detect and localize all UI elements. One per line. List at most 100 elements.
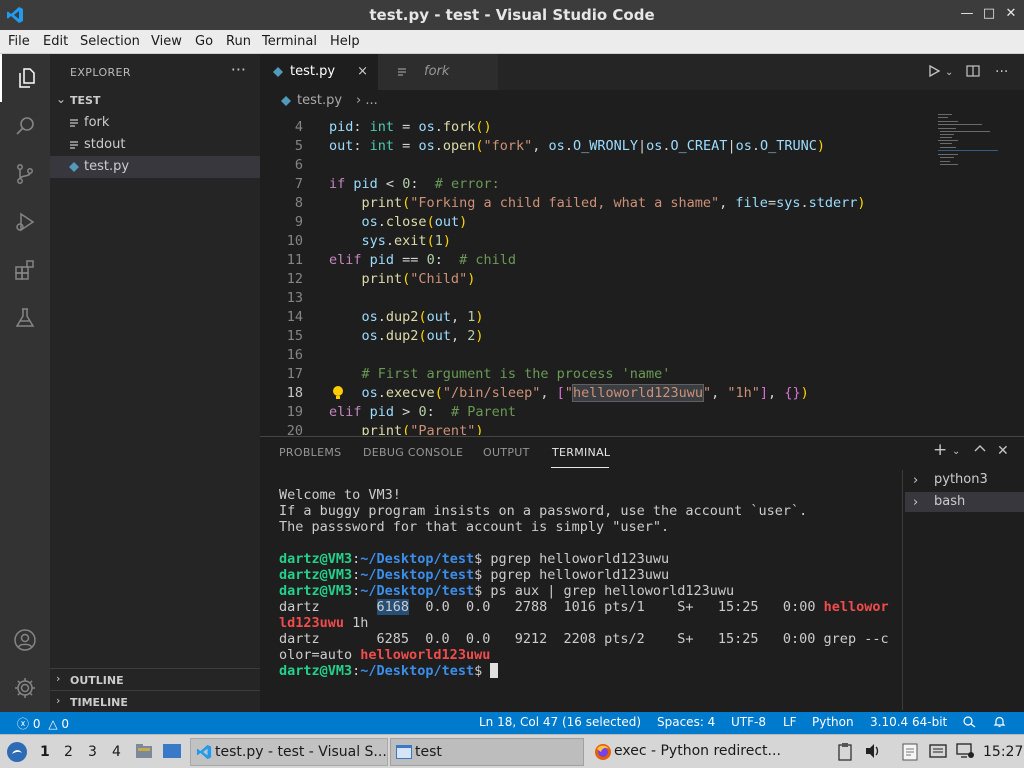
- folder-test[interactable]: ⌄ TEST: [50, 90, 260, 112]
- close-panel-icon[interactable]: ✕: [997, 443, 1009, 459]
- breadcrumb-file[interactable]: test.py: [297, 93, 342, 108]
- cursor-position[interactable]: Ln 18, Col 47 (16 selected): [479, 715, 641, 729]
- file-lines-icon: [398, 68, 406, 76]
- timeline-section[interactable]: › TIMELINE: [50, 690, 260, 712]
- breadcrumb-rest[interactable]: ...: [365, 93, 377, 108]
- terminal-output[interactable]: Welcome to VM3! If a buggy program insis…: [279, 487, 899, 687]
- maximize-icon[interactable]: □: [980, 5, 998, 23]
- testing-icon[interactable]: [0, 294, 50, 342]
- tab-terminal[interactable]: TERMINAL: [552, 446, 610, 459]
- eol-status[interactable]: LF: [783, 715, 797, 729]
- menu-selection[interactable]: Selection: [80, 34, 140, 49]
- encoding-status[interactable]: UTF-8: [731, 715, 766, 729]
- taskbar-window-label: test: [415, 744, 442, 760]
- code-line: 5 out: int = os.open("fork", os.O_WRONLY|…: [294, 138, 826, 154]
- language-mode[interactable]: Python: [812, 715, 854, 729]
- feedback-icon[interactable]: [963, 715, 976, 731]
- clipboard-icon[interactable]: [838, 743, 852, 765]
- taskbar-window-vscode[interactable]: test.py - test - Visual S...: [190, 738, 388, 766]
- title-bar: test.py - test - Visual Studio Code — □ …: [0, 0, 1024, 30]
- workspace-4[interactable]: 4: [112, 744, 121, 760]
- close-icon[interactable]: ✕: [1002, 5, 1020, 23]
- code-line-current: 18 os.execve("/bin/sleep", ["helloworld1…: [286, 384, 809, 402]
- menu-help[interactable]: Help: [330, 34, 360, 49]
- keyboard-icon[interactable]: [929, 743, 947, 762]
- tab-fork[interactable]: fork: [378, 54, 498, 90]
- chevron-right-icon: ›: [56, 694, 61, 707]
- terminal-line: dartz@VM3:~/Desktop/test$ pgrep hellowor…: [279, 567, 670, 583]
- file-label: test.py: [84, 159, 130, 174]
- menu-terminal[interactable]: Terminal: [262, 34, 317, 49]
- network-icon[interactable]: [956, 743, 974, 763]
- tab-output[interactable]: OUTPUT: [483, 446, 530, 459]
- editor-scrollbar[interactable]: [1016, 112, 1024, 435]
- python-icon: [273, 67, 283, 77]
- terminal-item-label: bash: [934, 494, 966, 509]
- accounts-icon[interactable]: [0, 616, 50, 664]
- tab-label: test.py: [290, 64, 336, 79]
- code-line: 6: [294, 157, 303, 173]
- notes-icon[interactable]: [902, 743, 918, 765]
- bottom-panel: PROBLEMS DEBUG CONSOLE OUTPUT TERMINAL +…: [260, 436, 1024, 712]
- tab-debug-console[interactable]: DEBUG CONSOLE: [363, 446, 463, 459]
- tab-test-py[interactable]: test.py ×: [260, 54, 378, 90]
- search-icon[interactable]: [0, 102, 50, 150]
- clock: 15:27: [983, 744, 1024, 760]
- close-tab-icon[interactable]: ×: [357, 64, 368, 79]
- more-actions-icon[interactable]: ···: [231, 60, 246, 79]
- menu-go[interactable]: Go: [195, 34, 213, 49]
- code-line: 15 os.dup2(out, 2): [286, 328, 484, 344]
- status-bar: ⓧ 0 △ 0 Ln 18, Col 47 (16 selected) Spac…: [0, 712, 1024, 734]
- maximize-panel-icon[interactable]: [974, 443, 986, 459]
- editor-tab-bar: test.py × fork ⌄ ···: [260, 54, 1024, 90]
- manage-gear-icon[interactable]: [0, 664, 50, 712]
- outline-section[interactable]: › OUTLINE: [50, 668, 260, 690]
- terminal-dropdown-chevron-icon[interactable]: ⌄: [952, 446, 960, 457]
- menu-edit[interactable]: Edit: [43, 34, 68, 49]
- warning-icon: △: [48, 717, 58, 731]
- code-line: 11 elif pid == 0: # child: [286, 252, 516, 268]
- indentation-status[interactable]: Spaces: 4: [657, 715, 715, 729]
- terminal-item-python3[interactable]: › python3: [905, 470, 1024, 490]
- python-interpreter[interactable]: 3.10.4 64-bit: [870, 715, 947, 729]
- code-line: 13: [286, 290, 303, 306]
- terminal-line: The passsword for that account is simply…: [279, 519, 670, 535]
- menu-run[interactable]: Run: [226, 34, 251, 49]
- run-options-chevron-icon[interactable]: ⌄: [945, 67, 953, 78]
- code-line: 7 if pid < 0: # error:: [294, 176, 500, 192]
- terminal-line: Welcome to VM3!: [279, 487, 401, 503]
- extensions-icon[interactable]: [0, 246, 50, 294]
- workspace-3[interactable]: 3: [88, 744, 97, 760]
- file-item-fork[interactable]: fork: [50, 112, 260, 134]
- file-item-stdout[interactable]: stdout: [50, 134, 260, 156]
- active-tab-indicator: [551, 467, 609, 468]
- minimap[interactable]: [936, 112, 1016, 435]
- file-item-test-py[interactable]: test.py: [50, 156, 260, 178]
- terminal-line: dartz@VM3:~/Desktop/test$ pgrep hellowor…: [279, 551, 670, 567]
- show-desktop-icon[interactable]: [162, 743, 182, 763]
- notifications-bell-icon[interactable]: [993, 715, 1006, 731]
- editor-more-icon[interactable]: ···: [995, 64, 1008, 80]
- volume-icon[interactable]: [864, 743, 882, 763]
- minimize-icon[interactable]: —: [958, 5, 976, 23]
- new-terminal-icon[interactable]: +: [933, 440, 947, 460]
- problems-status[interactable]: ⓧ 0 △ 0: [17, 715, 69, 732]
- file-manager-icon[interactable]: [134, 742, 154, 764]
- workspace-1[interactable]: 1: [40, 744, 50, 760]
- start-menu-icon[interactable]: [6, 741, 28, 767]
- tab-problems[interactable]: PROBLEMS: [279, 446, 341, 459]
- workspace-2[interactable]: 2: [64, 744, 73, 760]
- menu-file[interactable]: File: [8, 34, 30, 49]
- split-editor-icon[interactable]: [966, 64, 980, 82]
- tab-label: fork: [424, 64, 450, 79]
- explorer-title: EXPLORER: [70, 66, 131, 79]
- taskbar-window-firefox[interactable]: exec - Python redirect...: [590, 738, 800, 766]
- explorer-icon[interactable]: [0, 54, 50, 102]
- taskbar-window-terminal[interactable]: test: [390, 738, 584, 766]
- menu-view[interactable]: View: [151, 34, 182, 49]
- terminal-item-bash[interactable]: › bash: [905, 492, 1024, 512]
- run-python-file-icon[interactable]: [927, 64, 941, 82]
- run-debug-icon[interactable]: [0, 198, 50, 246]
- source-control-icon[interactable]: [0, 150, 50, 198]
- code-editor[interactable]: 4 pid: int = os.fork() 5 out: int = os.ope…: [260, 112, 936, 435]
